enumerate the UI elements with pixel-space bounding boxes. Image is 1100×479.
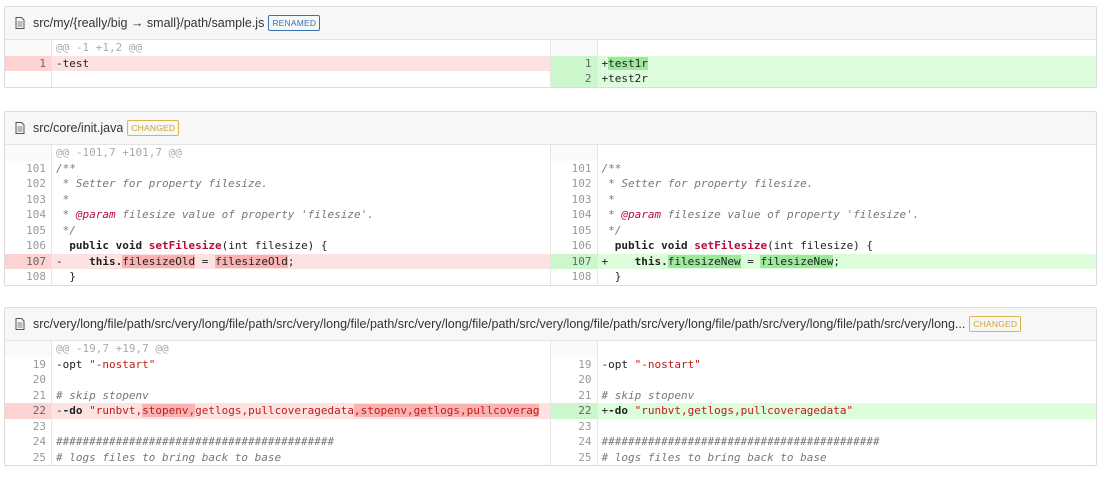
code-line: 23 — [5, 418, 550, 434]
code-line: 21 # skip stopenv — [551, 387, 1097, 403]
code-line: 101/** — [551, 160, 1097, 176]
file-header: src/core/init.java CHANGED — [5, 112, 1096, 145]
code-line: 103 * — [551, 191, 1097, 207]
deleted-line: 107- this.filesizeOld = filesizeOld; — [5, 253, 550, 269]
hunk-header — [550, 40, 1097, 56]
diff-left-pane: @@ -1 +1,2 @@ 1 -test — [5, 40, 551, 87]
file-path[interactable]: src/my/{really/big → small}/path/sample.… — [33, 16, 264, 30]
code-line: 106 public void setFilesize(int filesize… — [5, 238, 550, 254]
line-number: 2 — [550, 71, 598, 87]
code-line: 108 } — [5, 269, 550, 285]
code-line: 20 — [551, 372, 1097, 388]
status-badge: CHANGED — [127, 120, 180, 136]
file-diff-init-java: src/core/init.java CHANGED @@ -101,7 +10… — [4, 111, 1097, 286]
code-line: 25 # logs files to bring back to base — [5, 449, 550, 465]
code-line: 103 * — [5, 191, 550, 207]
inserted-line: 107 + this.filesizeNew = filesizeNew; — [550, 253, 1096, 269]
file-header: src/my/{really/big → small}/path/sample.… — [5, 7, 1096, 40]
code-line: 101/** — [5, 160, 550, 176]
blank-line — [5, 71, 550, 87]
code-line: 21 # skip stopenv — [5, 387, 550, 403]
inserted-line: 22 +-do "runbvt,getlogs,pullcoveragedata" — [550, 403, 1096, 419]
line-number: 1 — [5, 55, 52, 71]
hunk-header: @@ -1 +1,2 @@ — [5, 40, 550, 56]
diff-right-pane: 19 -opt "-nostart" 20 21 # skip stopenv 22… — [550, 341, 1097, 465]
file-icon — [15, 318, 25, 330]
code-line: 102 * Setter for property filesize. — [551, 176, 1097, 192]
deleted-line: 1 -test — [5, 55, 550, 71]
hunk-header — [550, 145, 1097, 161]
file-icon — [15, 122, 25, 134]
inserted-line: 1 +test1r — [550, 55, 1096, 71]
file-icon — [15, 17, 25, 29]
code-line: 104 * @param filesize value of property … — [5, 207, 550, 223]
diff-right-pane: 101/** 102 * Setter for property filesiz… — [550, 145, 1097, 285]
code-line: 105 */ — [5, 222, 550, 238]
code-line: 23 — [551, 418, 1097, 434]
code-line: 104 * @param filesize value of property … — [551, 207, 1097, 223]
code-line: 106 public void setFilesize(int filesize… — [551, 238, 1097, 254]
code-line: 24 ######################################… — [551, 434, 1097, 450]
code-line: 19 -opt "-nostart" — [5, 356, 550, 372]
deleted-line: 22 --do "runbvt,stopenv,getlogs,pullcover… — [5, 403, 550, 419]
hunk-header: @@ -19,7 +19,7 @@ — [5, 341, 550, 357]
code-line: 24 ######################################… — [5, 434, 550, 450]
code-line: 20 — [5, 372, 550, 388]
file-path[interactable]: src/very/long/file/path/src/very/long/fi… — [33, 317, 965, 331]
hunk-header — [550, 341, 1097, 357]
code-line: 102 * Setter for property filesize. — [5, 176, 550, 192]
status-badge: RENAMED — [268, 15, 321, 31]
code-line: 105 */ — [551, 222, 1097, 238]
code-line: 19 -opt "-nostart" — [551, 356, 1097, 372]
code-line: 108 } — [551, 269, 1097, 285]
inserted-line: 2 +test2r — [550, 71, 1096, 87]
code-line: 25 # logs files to bring back to base — [551, 449, 1097, 465]
status-badge: CHANGED — [969, 316, 1022, 332]
file-path[interactable]: src/core/init.java — [33, 121, 123, 135]
file-diff-long-path: src/very/long/file/path/src/very/long/fi… — [4, 307, 1097, 466]
diff-left-pane: @@ -19,7 +19,7 @@ 19 -opt "-nostart" 20 2… — [5, 341, 551, 465]
line-number: 1 — [550, 55, 598, 71]
hunk-header: @@ -101,7 +101,7 @@ — [5, 145, 550, 161]
diff-right-pane: 1 +test1r 2 +test2r — [550, 40, 1097, 87]
diff-left-pane: @@ -101,7 +101,7 @@ 101/** 102 * Setter … — [5, 145, 551, 285]
file-header: src/very/long/file/path/src/very/long/fi… — [5, 308, 1096, 341]
file-diff-sample-js: src/my/{really/big → small}/path/sample.… — [4, 6, 1097, 88]
